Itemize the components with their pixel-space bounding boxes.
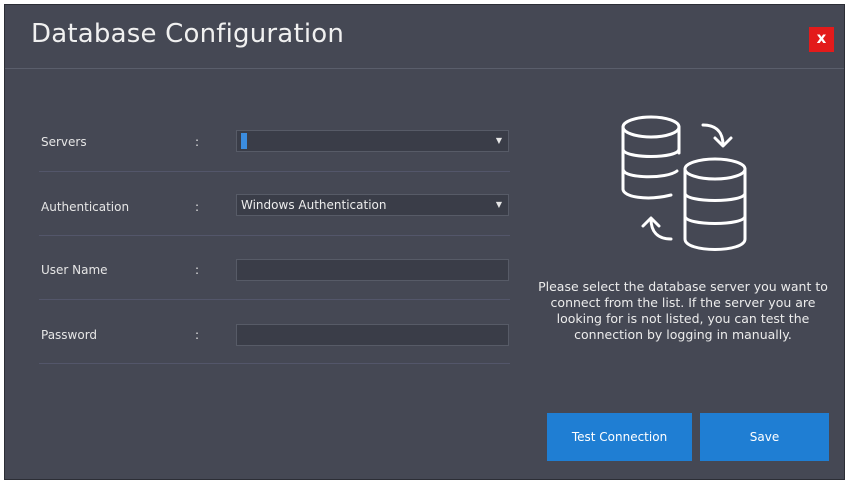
authentication-row: Authentication : Windows Authentication … <box>39 172 510 236</box>
password-colon: : <box>195 328 200 342</box>
password-row: Password : <box>39 300 510 364</box>
chevron-down-icon[interactable]: ▼ <box>496 195 502 215</box>
authentication-value: Windows Authentication <box>241 198 387 212</box>
password-label: Password <box>41 328 98 342</box>
authentication-dropdown[interactable]: Windows Authentication ▼ <box>236 194 509 216</box>
username-label: User Name <box>41 263 108 277</box>
database-configuration-dialog: Database Configuration x Servers : ▼ Aut… <box>4 4 845 480</box>
authentication-colon: : <box>195 200 200 214</box>
dialog-title: Database Configuration <box>31 19 345 49</box>
text-cursor <box>241 132 247 149</box>
username-row: User Name : <box>39 236 510 300</box>
servers-row: Servers : ▼ <box>39 108 510 172</box>
save-button[interactable]: Save <box>700 413 829 461</box>
username-input[interactable] <box>236 259 509 281</box>
database-sync-icon <box>617 113 757 263</box>
close-button[interactable]: x <box>809 27 834 52</box>
username-colon: : <box>195 263 200 277</box>
servers-dropdown[interactable]: ▼ <box>236 130 509 152</box>
authentication-label: Authentication <box>41 200 130 214</box>
password-input[interactable] <box>236 324 509 346</box>
chevron-down-icon[interactable]: ▼ <box>496 131 502 151</box>
title-bar: Database Configuration x <box>5 5 844 69</box>
servers-colon: : <box>195 135 200 149</box>
servers-label: Servers <box>41 135 87 149</box>
test-connection-button[interactable]: Test Connection <box>547 413 692 461</box>
info-text: Please select the database server you wa… <box>538 279 828 342</box>
